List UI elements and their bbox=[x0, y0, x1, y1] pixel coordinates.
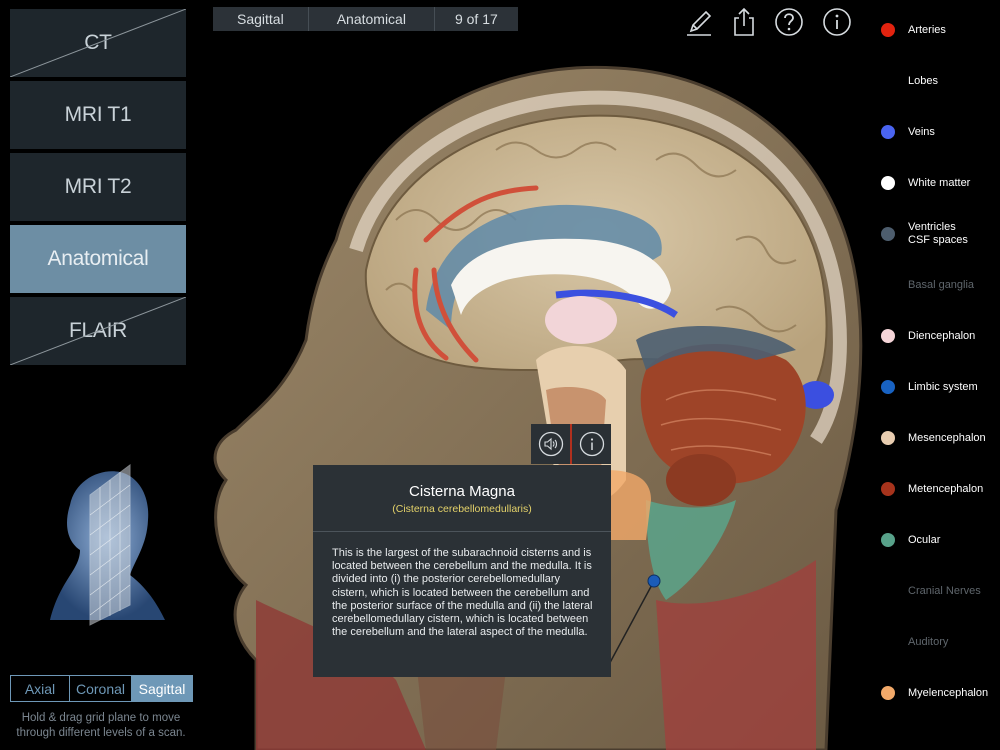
legend-label: Auditory bbox=[908, 635, 949, 648]
breadcrumb-label: Sagittal bbox=[237, 11, 284, 27]
legend-color-swatch bbox=[881, 227, 895, 241]
popup-description: This is the largest of the subarachnoid … bbox=[332, 547, 593, 639]
legend-label: Ventricles CSF spaces bbox=[908, 221, 968, 246]
legend-label: Ocular bbox=[908, 533, 941, 546]
legend-label: Basal ganglia bbox=[908, 278, 975, 291]
info-icon[interactable] bbox=[821, 6, 853, 38]
legend-color-swatch bbox=[881, 125, 895, 139]
popup-divider bbox=[313, 531, 611, 532]
pencil-icon[interactable] bbox=[683, 6, 715, 38]
legend-color-swatch bbox=[881, 533, 895, 547]
app-root: CT MRI T1 MRI T2 Anatomical FLAIR bbox=[0, 0, 1000, 750]
legend-label: Limbic system bbox=[908, 380, 978, 393]
modality-ct-button[interactable]: CT bbox=[10, 9, 186, 77]
legend-item-ventricles-csf-spaces[interactable]: Ventricles CSF spaces bbox=[881, 221, 968, 247]
legend-label: White matter bbox=[908, 176, 971, 189]
popup-media-bar bbox=[531, 424, 611, 464]
legend-label: Cranial Nerves bbox=[908, 584, 981, 597]
legend-label: Diencephalon bbox=[908, 329, 976, 342]
plane-sagittal-button[interactable]: Sagittal bbox=[131, 675, 193, 702]
legend-label: Metencephalon bbox=[908, 482, 984, 495]
legend-label: Myelencephalon bbox=[908, 686, 989, 699]
modality-label: MRI T2 bbox=[64, 175, 132, 198]
breadcrumb-label: 9 of 17 bbox=[454, 11, 498, 27]
share-icon[interactable] bbox=[728, 6, 760, 38]
legend-item-basal-ganglia[interactable]: Basal ganglia bbox=[881, 278, 974, 292]
legend-color-swatch bbox=[881, 635, 895, 649]
popup-title: Cisterna Magna bbox=[409, 483, 515, 500]
legend-item-metencephalon[interactable]: Metencephalon bbox=[881, 482, 983, 496]
legend-item-auditory[interactable]: Auditory bbox=[881, 635, 948, 649]
legend-label: Lobes bbox=[908, 74, 938, 87]
detail-info-button[interactable] bbox=[572, 424, 611, 464]
legend-item-diencephalon[interactable]: Diencephalon bbox=[881, 329, 975, 343]
legend-label: Arteries bbox=[908, 23, 946, 36]
legend-label: Veins bbox=[908, 125, 935, 138]
legend-color-swatch bbox=[881, 482, 895, 496]
legend-item-limbic-system[interactable]: Limbic system bbox=[881, 380, 978, 394]
popup-latin-name: (Cisterna cerebellomedullaris) bbox=[392, 503, 532, 515]
disabled-strike-icon bbox=[10, 9, 186, 77]
legend-item-myelencephalon[interactable]: Myelencephalon bbox=[881, 686, 988, 700]
plane-label: Axial bbox=[24, 680, 56, 697]
breadcrumb-slice-counter: 9 of 17 bbox=[433, 7, 518, 31]
speaker-icon bbox=[538, 431, 563, 457]
modality-anatomical-button[interactable]: Anatomical bbox=[10, 225, 186, 293]
info-icon bbox=[579, 431, 604, 457]
legend-color-swatch bbox=[881, 23, 895, 37]
plane-hint-text: Hold & drag grid plane to move through d… bbox=[16, 712, 186, 739]
legend-item-veins[interactable]: Veins bbox=[881, 125, 935, 139]
structure-legend: Arteries Lobes Veins White matter Ventricles… bbox=[876, 0, 1000, 750]
modality-mri-t2-button[interactable]: MRI T2 bbox=[10, 153, 186, 221]
structure-info-popup: Cisterna Magna (Cisterna cerebellomedull… bbox=[313, 465, 611, 677]
plane-label: Coronal bbox=[75, 680, 126, 697]
legend-color-swatch bbox=[881, 686, 895, 700]
legend-color-swatch bbox=[881, 176, 895, 190]
plane-axial-button[interactable]: Axial bbox=[10, 675, 70, 702]
legend-color-swatch bbox=[881, 74, 895, 88]
legend-item-ocular[interactable]: Ocular bbox=[881, 533, 940, 547]
legend-label: Mesencephalon bbox=[908, 431, 986, 444]
legend-color-swatch bbox=[881, 584, 895, 598]
legend-color-swatch bbox=[881, 329, 895, 343]
modality-label: MRI T1 bbox=[64, 103, 132, 126]
breadcrumb-modality[interactable]: Anatomical bbox=[307, 7, 434, 31]
legend-item-mesencephalon[interactable]: Mesencephalon bbox=[881, 431, 986, 445]
scan-plane-grid-handle[interactable] bbox=[20, 450, 180, 630]
breadcrumb-plane[interactable]: Sagittal bbox=[213, 7, 308, 31]
audio-button[interactable] bbox=[531, 424, 570, 464]
legend-item-arteries[interactable]: Arteries bbox=[881, 23, 946, 37]
disabled-strike-icon bbox=[10, 297, 186, 365]
legend-item-white-matter[interactable]: White matter bbox=[881, 176, 970, 190]
legend-item-lobes[interactable]: Lobes bbox=[881, 74, 938, 88]
breadcrumb-label: Anatomical bbox=[336, 11, 406, 27]
legend-item-cranial-nerves[interactable]: Cranial Nerves bbox=[881, 584, 981, 598]
breadcrumb: Sagittal Anatomical 9 of 17 bbox=[213, 7, 518, 31]
legend-color-swatch bbox=[881, 278, 895, 292]
modality-label: Anatomical bbox=[47, 247, 149, 270]
legend-color-swatch bbox=[881, 380, 895, 394]
plane-coronal-button[interactable]: Coronal bbox=[69, 675, 132, 702]
modality-mri-t1-button[interactable]: MRI T1 bbox=[10, 81, 186, 149]
modality-flair-button[interactable]: FLAIR bbox=[10, 297, 186, 365]
help-icon[interactable] bbox=[773, 6, 805, 38]
plane-label: Sagittal bbox=[138, 680, 186, 697]
legend-color-swatch bbox=[881, 431, 895, 445]
